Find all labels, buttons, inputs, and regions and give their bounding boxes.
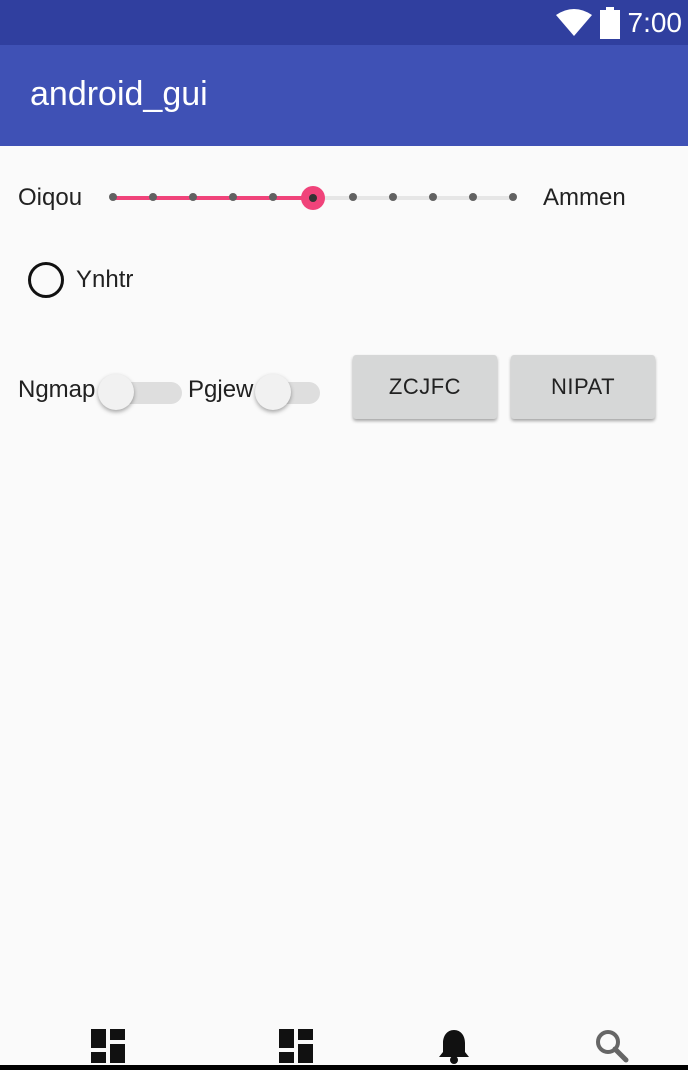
content-area: Oiqou Ammen Ynhtr Ngmap Pgjew ZCJFC NIPA… <box>0 146 688 1026</box>
status-time: 7:00 <box>627 6 683 38</box>
nav-item-dashboard-1[interactable] <box>88 1028 128 1064</box>
switch-ngmap[interactable]: Ngmap <box>18 366 182 410</box>
radio-button-circle[interactable] <box>28 262 64 298</box>
seekbar-tick <box>349 193 357 201</box>
radio-label: Ynhtr <box>76 266 134 293</box>
status-bar: 7:00 <box>0 0 688 45</box>
app-bar: android_gui <box>0 45 688 146</box>
seekbar-row: Oiqou Ammen <box>0 176 688 220</box>
discrete-seekbar[interactable] <box>109 186 517 210</box>
wifi-icon <box>555 8 592 36</box>
seekbar-tick <box>229 193 237 201</box>
nav-item-notifications[interactable] <box>434 1028 474 1064</box>
switch-thumb[interactable] <box>98 374 134 410</box>
bottom-navigation <box>0 1026 688 1070</box>
notifications-icon <box>439 1030 469 1064</box>
dashboard-icon <box>91 1029 125 1063</box>
seekbar-tick <box>109 193 117 201</box>
switch-pgjew[interactable]: Pgjew <box>188 366 322 410</box>
system-nav-bar-edge <box>0 1065 688 1070</box>
switch-thumb[interactable] <box>255 374 291 410</box>
battery-icon <box>599 6 620 39</box>
search-icon <box>596 1030 629 1063</box>
switch-label: Ngmap <box>18 376 96 403</box>
app-title: android_gui <box>30 75 208 113</box>
zcjfc-button[interactable]: ZCJFC <box>353 355 497 419</box>
controls-row: Ngmap Pgjew ZCJFC NIPAT <box>0 352 688 422</box>
nipat-button[interactable]: NIPAT <box>511 355 655 419</box>
status-icons: 7:00 <box>555 0 683 45</box>
dashboard-icon <box>279 1029 313 1063</box>
radio-option-ynhtr[interactable]: Ynhtr <box>28 258 133 302</box>
seekbar-tick <box>149 193 157 201</box>
seekbar-tick <box>269 193 277 201</box>
seekbar-right-label: Ammen <box>543 184 626 211</box>
seekbar-left-label: Oiqou <box>18 184 83 211</box>
seekbar-progress <box>113 196 313 200</box>
seekbar-tick <box>429 193 437 201</box>
seekbar-tick <box>509 193 517 201</box>
nav-item-dashboard-2[interactable] <box>276 1028 316 1064</box>
seekbar-tick <box>469 193 477 201</box>
nav-item-search[interactable] <box>592 1028 632 1064</box>
switch-label: Pgjew <box>188 376 254 403</box>
seekbar-thumb[interactable] <box>301 186 325 210</box>
seekbar-tick <box>389 193 397 201</box>
seekbar-tick <box>189 193 197 201</box>
